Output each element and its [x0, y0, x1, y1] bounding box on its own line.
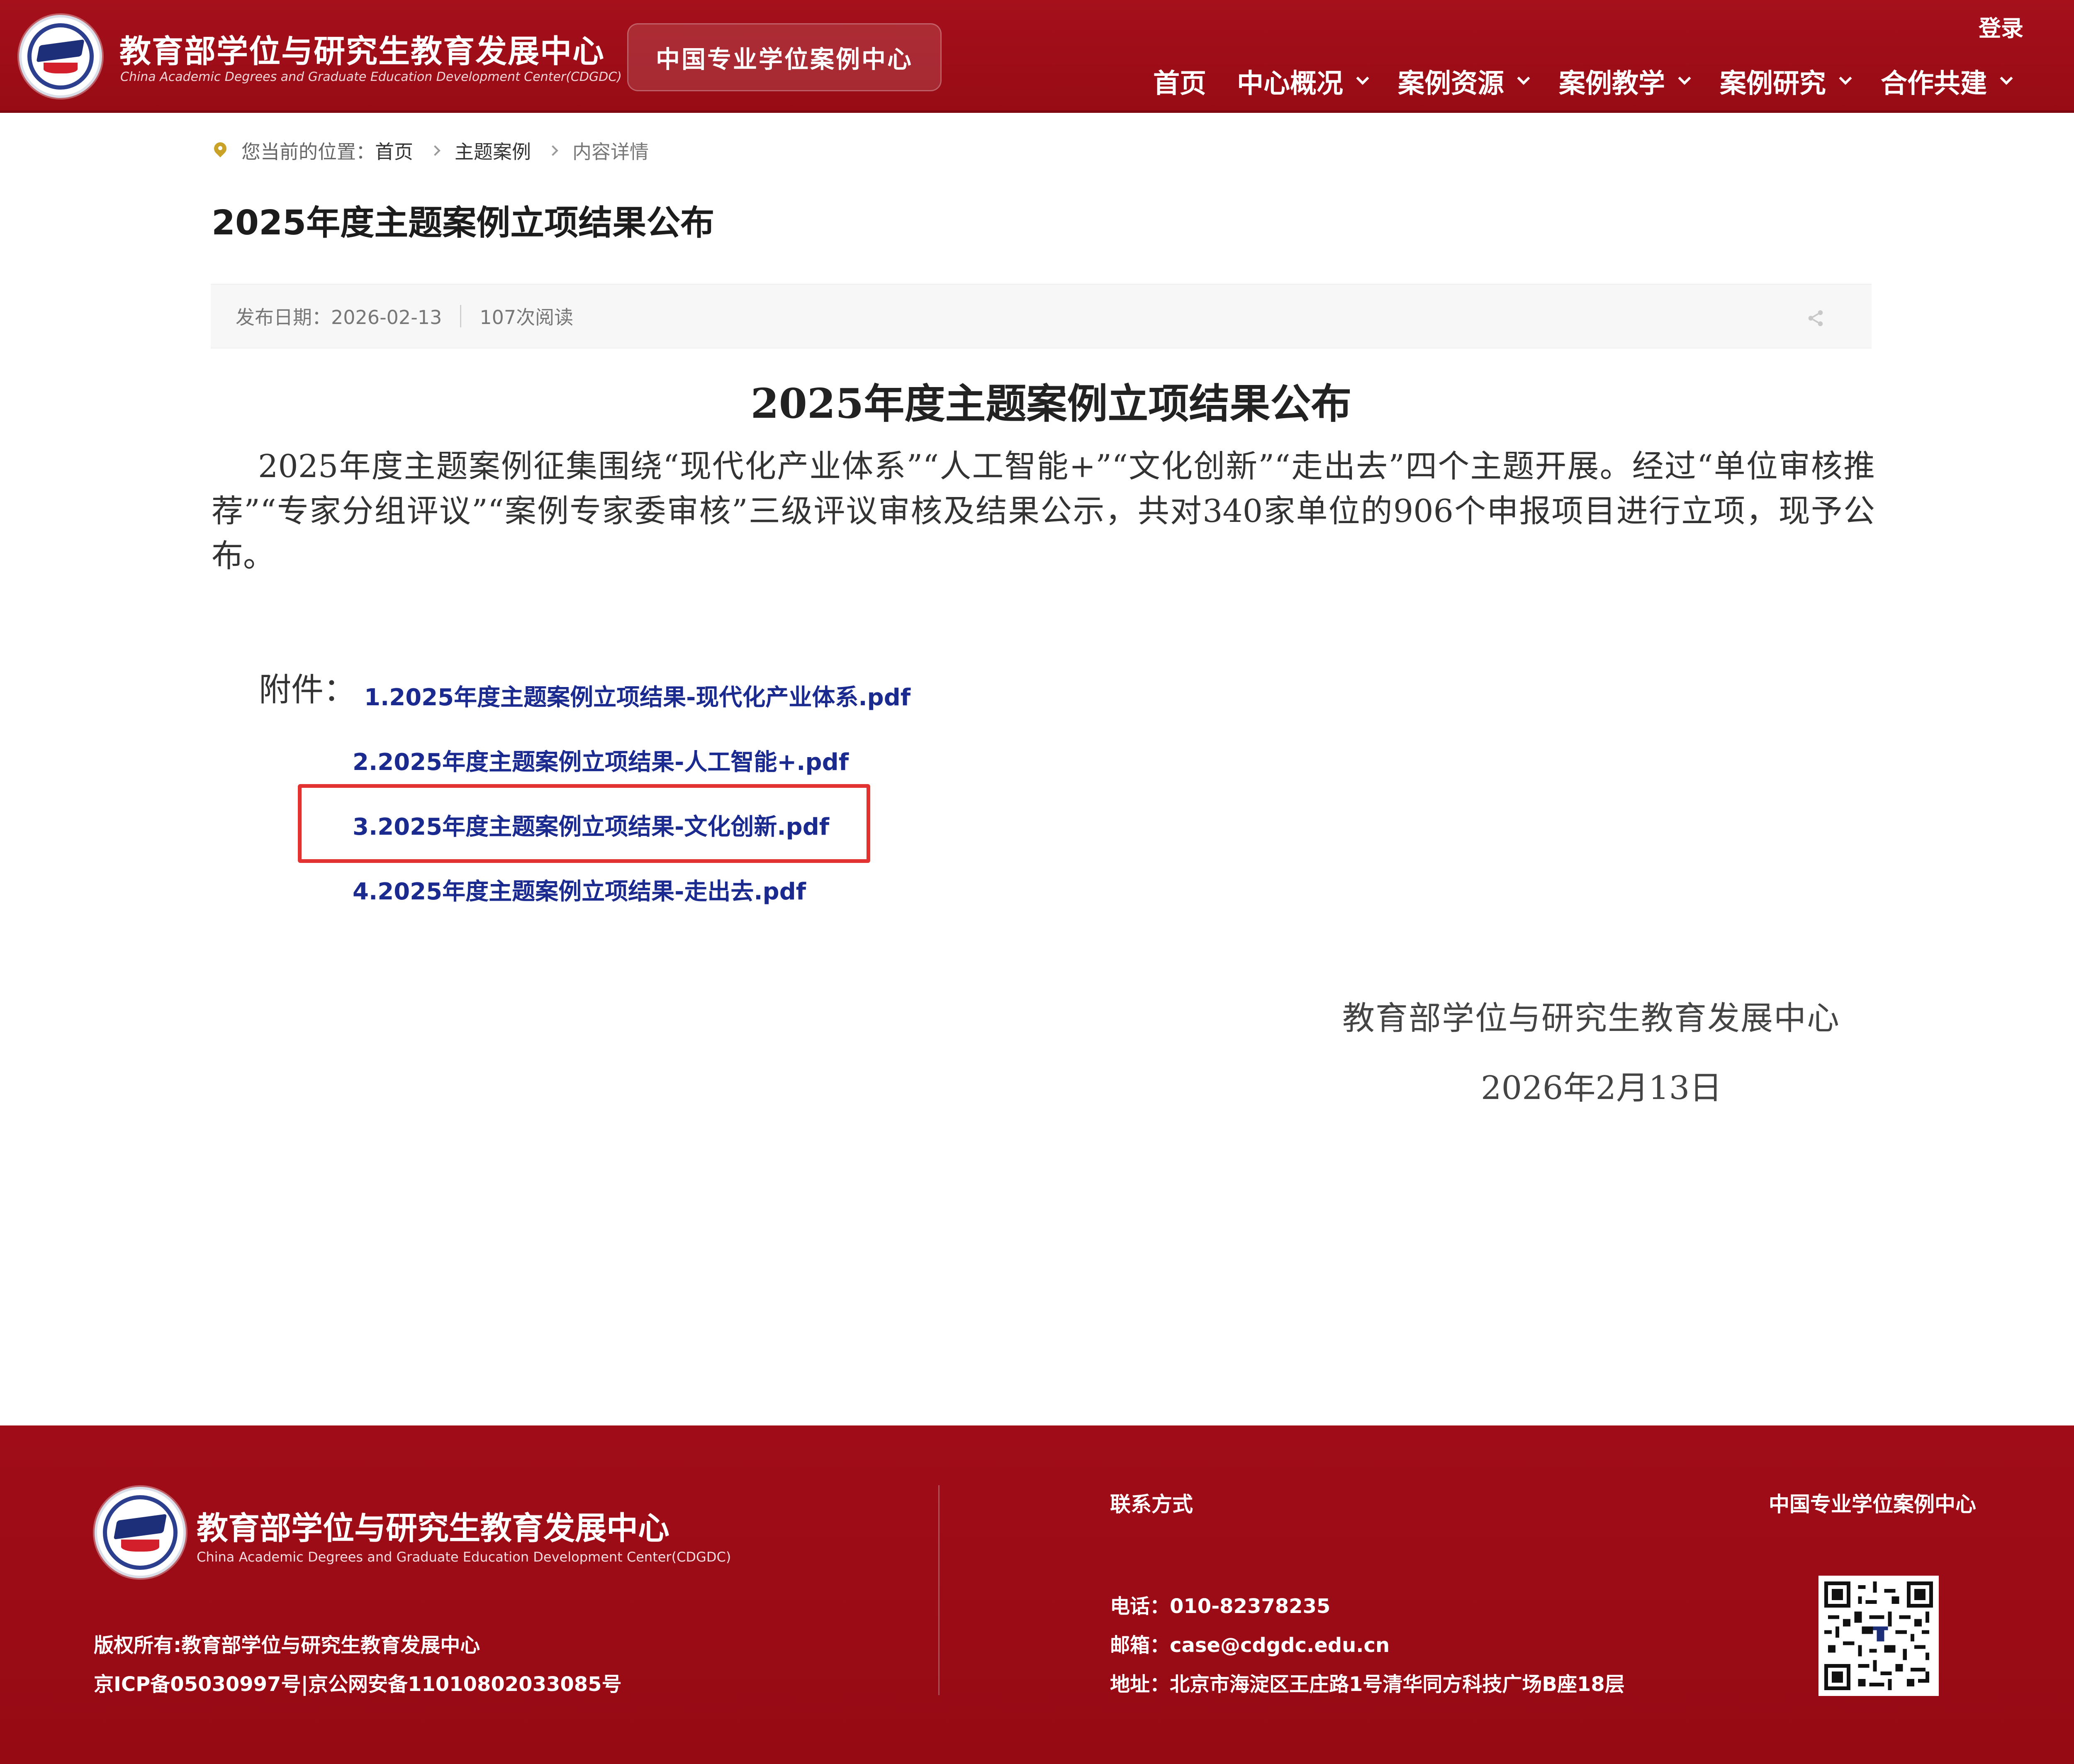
breadcrumb: 您当前的位置： 首页 主题案例 内容详情 [214, 137, 649, 164]
qr-code-icon [1818, 1576, 1939, 1696]
article-heading: 2025年度主题案例立项结果公布 [750, 380, 1352, 428]
share-icon[interactable] [1806, 309, 1825, 328]
article-meta-bar: 发布日期：2026-02-13 107次阅读 [211, 284, 1872, 348]
article-body: 2025年度主题案例征集围绕“现代化产业体系”“人工智能+”“文化创新”“走出去… [212, 448, 1875, 574]
chevron-down-icon [1839, 72, 1852, 85]
header-org-name[interactable]: 教育部学位与研究生教育发展中心 [119, 26, 605, 71]
signature-org: 教育部学位与研究生教育发展中心 [1342, 1000, 1840, 1037]
footer-divider [938, 1485, 940, 1695]
contact-heading: 联系方式 [1110, 1492, 1193, 1516]
chevron-right-icon [430, 145, 441, 156]
nav-item-about[interactable]: 中心概况 [1237, 61, 1369, 102]
chevron-down-icon [1517, 72, 1530, 85]
chevron-down-icon [1356, 72, 1369, 85]
breadcrumb-prefix: 您当前的位置： [241, 141, 375, 163]
signature-date: 2026年2月13日 [1481, 1070, 1722, 1107]
breadcrumb-topic-cases-link[interactable]: 主题案例 [455, 137, 531, 164]
main-nav: 首页 中心概况 案例资源 案例教学 案例研究 合作共建 [1153, 61, 2013, 102]
case-center-button[interactable]: 中国专业学位案例中心 [627, 23, 942, 91]
meta-divider [460, 305, 462, 327]
read-count: 107次阅读 [480, 306, 574, 329]
nav-item-home[interactable]: 首页 [1153, 61, 1206, 102]
attachments-label: 附件： [259, 671, 356, 709]
nav-item-cooperation[interactable]: 合作共建 [1881, 61, 2013, 102]
login-link[interactable]: 登录 [1979, 10, 2023, 43]
header-org-name-en: China Academic Degrees and Graduate Educ… [120, 70, 622, 84]
highlight-box [298, 784, 870, 863]
contact-phone: 电话：010-82378235 [1110, 1595, 1331, 1618]
nav-item-label: 首页 [1153, 68, 1206, 99]
attachment-link-going-global[interactable]: 4.2025年度主题案例立项结果-走出去.pdf [353, 873, 806, 906]
publish-date: 发布日期：2026-02-13 [236, 306, 442, 329]
site-header: 教育部学位与研究生教育发展中心 China Academic Degrees a… [0, 0, 2074, 113]
breadcrumb-current: 内容详情 [572, 141, 649, 163]
nav-item-label: 案例研究 [1720, 68, 1826, 99]
nav-item-teaching[interactable]: 案例教学 [1559, 61, 1691, 102]
case-center-heading: 中国专业学位案例中心 [1769, 1492, 1976, 1516]
footer-org-name-en: China Academic Degrees and Graduate Educ… [197, 1549, 731, 1565]
attachment-link-modern-industry[interactable]: 1.2025年度主题案例立项结果-现代化产业体系.pdf [364, 679, 910, 712]
site-footer: 教育部学位与研究生教育发展中心 China Academic Degrees a… [0, 1425, 2074, 1764]
footer-org-name: 教育部学位与研究生教育发展中心 [197, 1510, 669, 1547]
attachment-link-ai-plus[interactable]: 2.2025年度主题案例立项结果-人工智能+.pdf [353, 743, 849, 777]
nav-item-label: 合作共建 [1881, 68, 1987, 99]
nav-item-label: 案例资源 [1398, 68, 1504, 99]
chevron-down-icon [2000, 72, 2013, 85]
cdgdc-logo-icon[interactable] [19, 15, 102, 98]
footer-copyright: 版权所有:教育部学位与研究生教育发展中心 [94, 1634, 480, 1657]
page-title: 2025年度主题案例立项结果公布 [212, 203, 715, 243]
location-pin-icon [214, 142, 226, 159]
contact-address: 地址：北京市海淀区王庄路1号清华同方科技广场B座18层 [1110, 1673, 1625, 1696]
contact-email[interactable]: 邮箱：case@cdgdc.edu.cn [1110, 1629, 1390, 1658]
cdgdc-logo-icon [95, 1487, 186, 1578]
chevron-down-icon [1678, 72, 1691, 85]
nav-item-resources[interactable]: 案例资源 [1398, 61, 1530, 102]
footer-icp[interactable]: 京ICP备05030997号|京公网安备11010802033085号 [94, 1668, 622, 1697]
nav-item-label: 案例教学 [1559, 68, 1665, 99]
chevron-right-icon [548, 145, 558, 156]
breadcrumb-home-link[interactable]: 首页 [375, 137, 413, 164]
nav-item-research[interactable]: 案例研究 [1720, 61, 1852, 102]
nav-item-label: 中心概况 [1237, 68, 1343, 99]
